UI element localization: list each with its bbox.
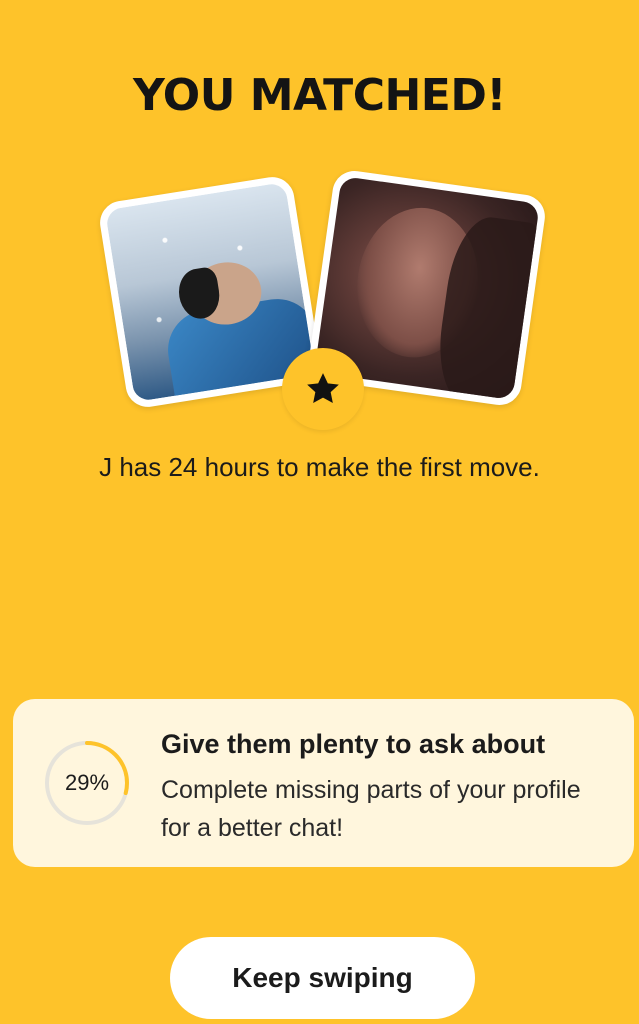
your-photo-image xyxy=(104,181,316,403)
match-screen: YOU MATCHED! J has 24 hours to make the … xyxy=(0,0,639,1024)
profile-progress-ring: 29% xyxy=(41,737,133,829)
keep-swiping-button[interactable]: Keep swiping xyxy=(170,937,475,1019)
matched-photos xyxy=(0,168,639,440)
star-icon xyxy=(307,373,339,403)
match-title: YOU MATCHED! xyxy=(133,70,506,121)
prompt-body: Complete missing parts of your profile f… xyxy=(161,776,581,842)
prompt-title: Give them plenty to ask about xyxy=(161,729,546,759)
star-badge xyxy=(282,348,364,430)
first-move-notice: J has 24 hours to make the first move. xyxy=(99,452,540,482)
progress-percent: 29% xyxy=(64,770,110,795)
profile-completion-card[interactable]: 29% Give them plenty to ask about Comple… xyxy=(13,699,634,867)
